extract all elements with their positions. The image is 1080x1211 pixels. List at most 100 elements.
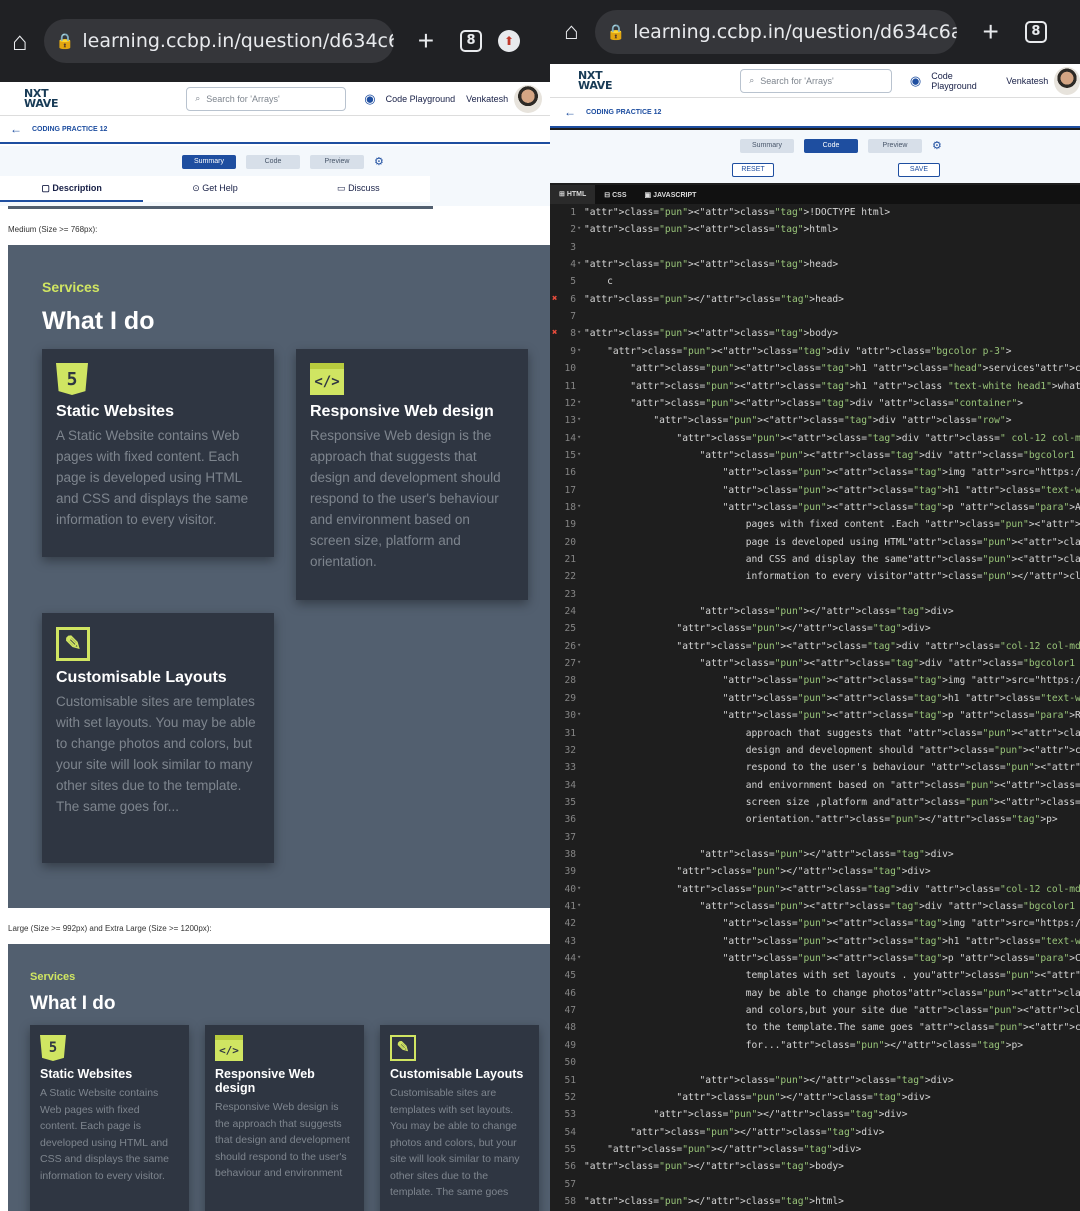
- code-line[interactable]: 37: [550, 832, 1080, 849]
- fold-icon[interactable]: ▾: [577, 346, 581, 354]
- nxtwave-logo[interactable]: NXT WAVE: [24, 88, 59, 109]
- code-line[interactable]: ▾ 13 "attr">class="pun"><"attr">class="ta…: [550, 415, 1080, 432]
- update-icon[interactable]: ⬆: [498, 30, 521, 52]
- fold-icon[interactable]: ▾: [577, 328, 581, 336]
- home-icon[interactable]: ⌂: [12, 26, 28, 57]
- code-line[interactable]: ▾ 40 "attr">class="pun"><"attr">class="ta…: [550, 884, 1080, 901]
- code-line[interactable]: ▾ 30 "attr">class="pun"><"attr">class="ta…: [550, 710, 1080, 727]
- tab-code[interactable]: Code: [246, 155, 300, 169]
- code-line[interactable]: 43 "attr">class="pun"><"attr">class="tag…: [550, 936, 1080, 953]
- new-tab-icon[interactable]: +: [983, 16, 999, 48]
- tab-html[interactable]: ⊞ HTML: [550, 185, 596, 204]
- url-bar[interactable]: 🔒 learning.ccbp.in/question/d634c6ac-c: [43, 19, 394, 63]
- code-line[interactable]: ▾ 15 "attr">class="pun"><"attr">class="ta…: [550, 450, 1080, 467]
- code-line[interactable]: 58 "attr">class="pun"></"attr">class="tag…: [550, 1196, 1080, 1211]
- back-arrow-icon[interactable]: ←: [10, 122, 22, 136]
- code-line[interactable]: 52 "attr">class="pun"></"attr">class="ta…: [550, 1092, 1080, 1109]
- code-line[interactable]: ▾ 18 "attr">class="pun"><"attr">class="ta…: [550, 502, 1080, 519]
- code-line[interactable]: 24 "attr">class="pun"></"attr">class="ta…: [550, 606, 1080, 623]
- home-icon[interactable]: ⌂: [564, 18, 579, 46]
- code-line[interactable]: 32 design and development should "attr">…: [550, 745, 1080, 762]
- code-line[interactable]: 29 "attr">class="pun"><"attr">class="tag…: [550, 693, 1080, 710]
- tab-description[interactable]: ▢ Description: [0, 176, 144, 202]
- code-line[interactable]: 23: [550, 589, 1080, 606]
- code-line[interactable]: 17 "attr">class="pun"><"attr">class="tag…: [550, 485, 1080, 502]
- code-line[interactable]: 49 for..."attr">class="pun"></"attr">cla…: [550, 1040, 1080, 1057]
- tab-preview[interactable]: Preview: [868, 139, 922, 153]
- code-line[interactable]: ▾ 27 "attr">class="pun"><"attr">class="ta…: [550, 658, 1080, 675]
- code-line[interactable]: 20 page is developed using HTML"attr">cl…: [550, 537, 1080, 554]
- tab-get-help[interactable]: ⊙ Get Help: [143, 176, 286, 202]
- code-line[interactable]: 47 and colors,but your site due "attr">c…: [550, 1005, 1080, 1022]
- code-line[interactable]: ▾ 2 "attr">class="pun"><"attr">class="tag"…: [550, 224, 1080, 241]
- fold-icon[interactable]: ▾: [577, 884, 581, 892]
- code-line[interactable]: 1 "attr">class="pun"><"attr">class="tag">…: [550, 207, 1080, 224]
- code-editor[interactable]: 1 "attr">class="pun"><"attr">class="tag">…: [550, 205, 1080, 1211]
- fold-icon[interactable]: ▾: [577, 398, 581, 406]
- code-line[interactable]: 21 and CSS and display the same"attr">cl…: [550, 554, 1080, 571]
- code-line[interactable]: 45 templates with set layouts . you"attr…: [550, 970, 1080, 987]
- code-line[interactable]: ▾ 9 "attr">class="pun"><"attr">class="tag…: [550, 346, 1080, 363]
- code-line[interactable]: 16 "attr">class="pun"><"attr">class="tag…: [550, 467, 1080, 484]
- code-line[interactable]: ▾ 26 "attr">class="pun"><"attr">class="ta…: [550, 641, 1080, 658]
- tab-css[interactable]: ⊟ CSS: [595, 191, 635, 199]
- tab-count-button[interactable]: 8: [460, 30, 483, 52]
- fold-icon[interactable]: ▾: [577, 901, 581, 909]
- code-line[interactable]: 55 "attr">class="pun"></"attr">class="ta…: [550, 1144, 1080, 1161]
- playground-icon[interactable]: ◉: [364, 91, 375, 107]
- fold-icon[interactable]: ▾: [577, 710, 581, 718]
- code-line[interactable]: ▾ 44 "attr">class="pun"><"attr">class="ta…: [550, 953, 1080, 970]
- avatar[interactable]: [1054, 66, 1080, 95]
- search-input[interactable]: ⌕ Search for 'Arrays': [740, 68, 892, 93]
- reset-button[interactable]: RESET: [732, 163, 774, 177]
- code-line[interactable]: 53 "attr">class="pun"></"attr">class="ta…: [550, 1109, 1080, 1126]
- code-line[interactable]: 22 information to every visitor"attr">cl…: [550, 571, 1080, 588]
- search-input[interactable]: ⌕ Search for 'Arrays': [186, 86, 347, 111]
- settings-icon[interactable]: ⚙: [374, 155, 384, 169]
- code-line[interactable]: ▾ 41 "attr">class="pun"><"attr">class="ta…: [550, 901, 1080, 918]
- code-line[interactable]: 48 to the template.The same goes "attr">…: [550, 1022, 1080, 1039]
- code-line[interactable]: 31 approach that suggests that "attr">cl…: [550, 728, 1080, 745]
- fold-icon[interactable]: ▾: [577, 953, 581, 961]
- code-line[interactable]: 10 "attr">class="pun"><"attr">class="tag…: [550, 363, 1080, 380]
- code-line[interactable]: 38 "attr">class="pun"></"attr">class="ta…: [550, 849, 1080, 866]
- code-line[interactable]: 28 "attr">class="pun"><"attr">class="tag…: [550, 675, 1080, 692]
- fold-icon[interactable]: ▾: [577, 658, 581, 666]
- code-line[interactable]: 46 may be able to change photos"attr">cl…: [550, 988, 1080, 1005]
- url-bar[interactable]: 🔒 learning.ccbp.in/question/d634c6ac-c: [594, 10, 957, 54]
- back-arrow-icon[interactable]: ←: [564, 105, 576, 119]
- code-line[interactable]: 3: [550, 242, 1080, 259]
- code-line[interactable]: ▾ 4 "attr">class="pun"><"attr">class="tag"…: [550, 259, 1080, 276]
- tab-discuss[interactable]: ▭ Discuss: [287, 176, 430, 202]
- description-scroll-area[interactable]: Medium (Size >= 768px): Services What I …: [0, 206, 550, 1211]
- code-line[interactable]: ✖ ▾ 8 "attr">class="pun"><"attr">class="tag…: [550, 328, 1080, 345]
- code-line[interactable]: 11 "attr">class="pun"><"attr">class="tag…: [550, 381, 1080, 398]
- code-line[interactable]: 35 screen size ,platform and"attr">class…: [550, 797, 1080, 814]
- code-playground-link[interactable]: Code Playground: [931, 71, 995, 91]
- settings-icon[interactable]: ⚙: [932, 139, 942, 153]
- tab-preview[interactable]: Preview: [310, 155, 364, 169]
- fold-icon[interactable]: ▾: [577, 433, 581, 441]
- avatar[interactable]: [514, 84, 543, 113]
- code-line[interactable]: 56 "attr">class="pun"></"attr">class="tag…: [550, 1161, 1080, 1178]
- fold-icon[interactable]: ▾: [577, 450, 581, 458]
- error-icon[interactable]: ✖: [552, 328, 557, 338]
- tab-summary[interactable]: Summary: [182, 155, 236, 169]
- code-playground-link[interactable]: Code Playground: [386, 94, 456, 104]
- fold-icon[interactable]: ▾: [577, 224, 581, 232]
- tab-code[interactable]: Code: [804, 139, 858, 153]
- code-line[interactable]: 25 "attr">class="pun"></"attr">class="ta…: [550, 623, 1080, 640]
- code-line[interactable]: ✖ 6 "attr">class="pun"></"attr">class="tag…: [550, 294, 1080, 311]
- fold-icon[interactable]: ▾: [577, 415, 581, 423]
- tab-javascript[interactable]: ▣ JAVASCRIPT: [636, 191, 706, 199]
- error-icon[interactable]: ✖: [552, 294, 557, 304]
- code-line[interactable]: 54 "attr">class="pun"></"attr">class="ta…: [550, 1127, 1080, 1144]
- fold-icon[interactable]: ▾: [577, 502, 581, 510]
- code-line[interactable]: ▾ 14 "attr">class="pun"><"attr">class="ta…: [550, 433, 1080, 450]
- nxtwave-logo[interactable]: NXT WAVE: [578, 70, 613, 91]
- fold-icon[interactable]: ▾: [577, 641, 581, 649]
- code-line[interactable]: 33 respond to the user's behaviour "attr…: [550, 762, 1080, 779]
- code-line[interactable]: 7: [550, 311, 1080, 328]
- code-line[interactable]: 19 pages with fixed content .Each "attr"…: [550, 519, 1080, 536]
- code-line[interactable]: 50: [550, 1057, 1080, 1074]
